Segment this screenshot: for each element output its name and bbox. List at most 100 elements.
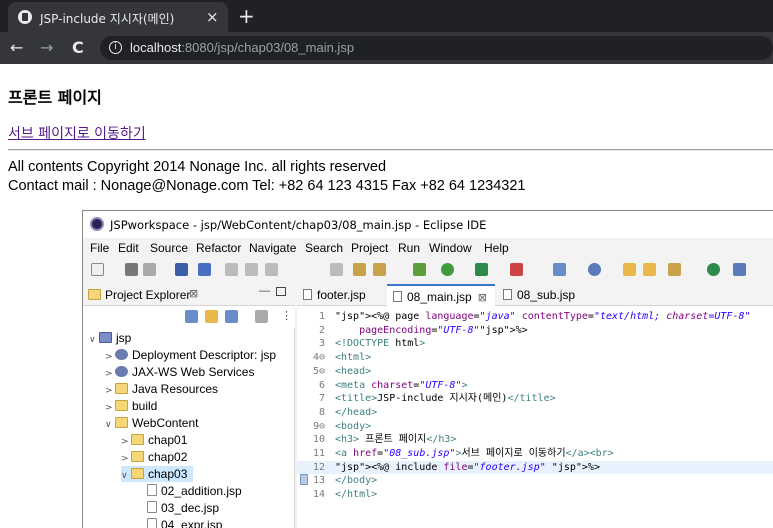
code-line[interactable]: 6 <meta charset="UTF-8"> xyxy=(297,379,773,392)
expand-arrow-icon[interactable]: ∨ xyxy=(105,417,115,433)
close-tab-icon[interactable]: × xyxy=(206,8,219,26)
close-view-icon[interactable]: ⊠ xyxy=(189,287,198,300)
tree-item-file[interactable]: 03_dec.jsp xyxy=(147,500,219,516)
terminate-icon[interactable] xyxy=(265,263,278,276)
new-java-project-icon[interactable] xyxy=(553,263,566,276)
jsp-file-icon xyxy=(147,484,157,496)
expand-arrow-icon[interactable]: > xyxy=(121,451,131,467)
code-line[interactable]: 2 pageEncoding="UTF-8""jsp">%> xyxy=(297,324,773,337)
code-line[interactable]: 8 </head> xyxy=(297,406,773,419)
globe-icon[interactable] xyxy=(707,263,720,276)
tab-08-sub-jsp[interactable]: 08_sub.jsp xyxy=(497,284,587,306)
step-over-icon[interactable] xyxy=(330,263,343,276)
line-number: 6 xyxy=(318,379,325,391)
save-all-icon[interactable] xyxy=(143,263,156,276)
save-icon[interactable] xyxy=(125,263,138,276)
menu-run[interactable]: Run xyxy=(398,241,420,255)
expand-arrow-icon[interactable]: > xyxy=(105,383,115,399)
suspend-icon[interactable] xyxy=(245,263,258,276)
tree-item-chap01[interactable]: > chap01 xyxy=(121,432,187,448)
tree-item-webcontent[interactable]: ∨ WebContent xyxy=(105,415,199,431)
code-text: <meta charset="UTF-8"> xyxy=(335,379,468,391)
code-line[interactable]: 11 <a href="08_sub.jsp">서브 페이지로 이동하기</a><… xyxy=(297,447,773,460)
collapse-all-icon[interactable] xyxy=(185,310,198,323)
menu-search[interactable]: Search xyxy=(305,241,343,255)
menu-help[interactable]: Help xyxy=(484,241,509,255)
filter-icon[interactable] xyxy=(225,310,238,323)
perspective-icon[interactable] xyxy=(733,263,746,276)
skip-breakpoints-icon[interactable] xyxy=(198,263,211,276)
expand-arrow-icon[interactable]: ∨ xyxy=(89,332,99,348)
tab-08-main-jsp[interactable]: 08_main.jsp ⊠ xyxy=(387,284,495,306)
code-line[interactable]: 3 <!DOCTYPE html> xyxy=(297,337,773,350)
new-server-icon[interactable] xyxy=(373,263,386,276)
code-line[interactable]: 7 <title>JSP-include 지시자(메인)</title> xyxy=(297,392,773,405)
expand-arrow-icon[interactable]: > xyxy=(121,434,131,450)
menu-navigate[interactable]: Navigate xyxy=(249,241,296,255)
expand-arrow-icon[interactable]: > xyxy=(105,366,115,382)
menu-file[interactable]: File xyxy=(90,241,109,255)
tree-item-jax-ws[interactable]: > JAX-WS Web Services xyxy=(105,364,254,380)
code-text: <h3> 프론트 페이지</h3> xyxy=(335,434,457,446)
close-tab-icon[interactable]: ⊠ xyxy=(478,292,487,304)
browser-tab[interactable]: JSP-include 지시자(메인) × xyxy=(8,2,228,32)
project-explorer-tab[interactable]: Project Explorer ⊠ — xyxy=(83,284,295,306)
debug-icon[interactable] xyxy=(413,263,426,276)
reload-icon[interactable]: C xyxy=(72,38,84,57)
menu-refactor[interactable]: Refactor xyxy=(196,241,241,255)
code-line[interactable]: 13 </body> xyxy=(297,474,773,487)
back-arrow-icon[interactable]: ← xyxy=(10,38,23,57)
menu-window[interactable]: Window xyxy=(429,241,472,255)
tree-item-jsp[interactable]: ∨ jsp xyxy=(89,330,131,346)
tree-item-build[interactable]: > build xyxy=(105,398,157,414)
code-line[interactable]: 9⊖ <body> xyxy=(297,420,773,433)
favicon-icon xyxy=(18,10,32,24)
menu-edit[interactable]: Edit xyxy=(118,241,139,255)
tree-item-label: build xyxy=(132,399,158,413)
code-line[interactable]: 4⊖ <html> xyxy=(297,351,773,364)
new-tab-icon[interactable]: + xyxy=(238,4,255,28)
code-text: <!DOCTYPE html> xyxy=(335,338,426,350)
jsp-file-icon xyxy=(147,518,157,528)
code-line[interactable]: 12 "jsp"><%@ include file="footer.jsp" "j… xyxy=(297,460,773,474)
open-type-icon[interactable] xyxy=(623,263,636,276)
tree-item-chap02[interactable]: > chap02 xyxy=(121,449,187,465)
minimize-icon[interactable]: — xyxy=(259,285,270,297)
menu-source[interactable]: Source xyxy=(150,241,188,255)
menu-project[interactable]: Project xyxy=(351,241,388,255)
tree-item-file[interactable]: 02_addition.jsp xyxy=(147,483,242,499)
code-line[interactable]: 1 "jsp"><%@ page language="java" contentT… xyxy=(297,310,773,323)
tree-item-deployment-descriptor[interactable]: > Deployment Descriptor: jsp xyxy=(105,347,276,363)
code-line[interactable]: 5⊖ <head> xyxy=(297,365,773,378)
view-menu-icon[interactable] xyxy=(255,310,268,323)
tree-item-file[interactable]: 04_expr.jsp xyxy=(147,517,222,528)
code-line[interactable]: 10 <h3> 프론트 페이지</h3> xyxy=(297,433,773,446)
new-icon[interactable] xyxy=(91,263,104,276)
expand-arrow-icon[interactable]: > xyxy=(105,349,115,365)
page-heading: 프론트 페이지 xyxy=(8,88,102,107)
run-icon[interactable] xyxy=(441,263,454,276)
resume-icon[interactable] xyxy=(225,263,238,276)
expand-arrow-icon[interactable]: > xyxy=(105,400,115,416)
line-number: 1 xyxy=(318,311,325,322)
url-input[interactable]: i localhost:8080/jsp/chap03/08_main.jsp xyxy=(100,36,773,60)
terminal-icon[interactable] xyxy=(175,263,188,276)
eclipse-window-title: JSPworkspace - jsp/WebContent/chap03/08_… xyxy=(110,218,487,232)
expand-arrow-icon[interactable]: ∨ xyxy=(121,468,131,484)
sub-page-link[interactable]: 서브 페이지로 이동하기 xyxy=(8,123,146,143)
coverage-icon[interactable] xyxy=(475,263,488,276)
tree-item-chap03[interactable]: ∨ chap03 xyxy=(121,466,194,484)
tab-footer-jsp[interactable]: footer.jsp xyxy=(297,284,385,306)
site-info-icon[interactable]: i xyxy=(109,41,122,54)
link-editor-icon[interactable] xyxy=(205,310,218,323)
search-tool-icon[interactable] xyxy=(668,263,681,276)
new-class-icon[interactable] xyxy=(588,263,601,276)
forward-arrow-icon[interactable]: → xyxy=(40,38,53,57)
use-step-filters-icon[interactable] xyxy=(353,263,366,276)
code-line[interactable]: 14 </html> xyxy=(297,488,773,501)
external-tools-icon[interactable] xyxy=(510,263,523,276)
maximize-icon[interactable] xyxy=(276,287,286,296)
open-folder-icon[interactable] xyxy=(643,263,656,276)
more-options-icon[interactable]: ⋮ xyxy=(281,309,292,322)
tree-item-java-resources[interactable]: > Java Resources xyxy=(105,381,218,397)
